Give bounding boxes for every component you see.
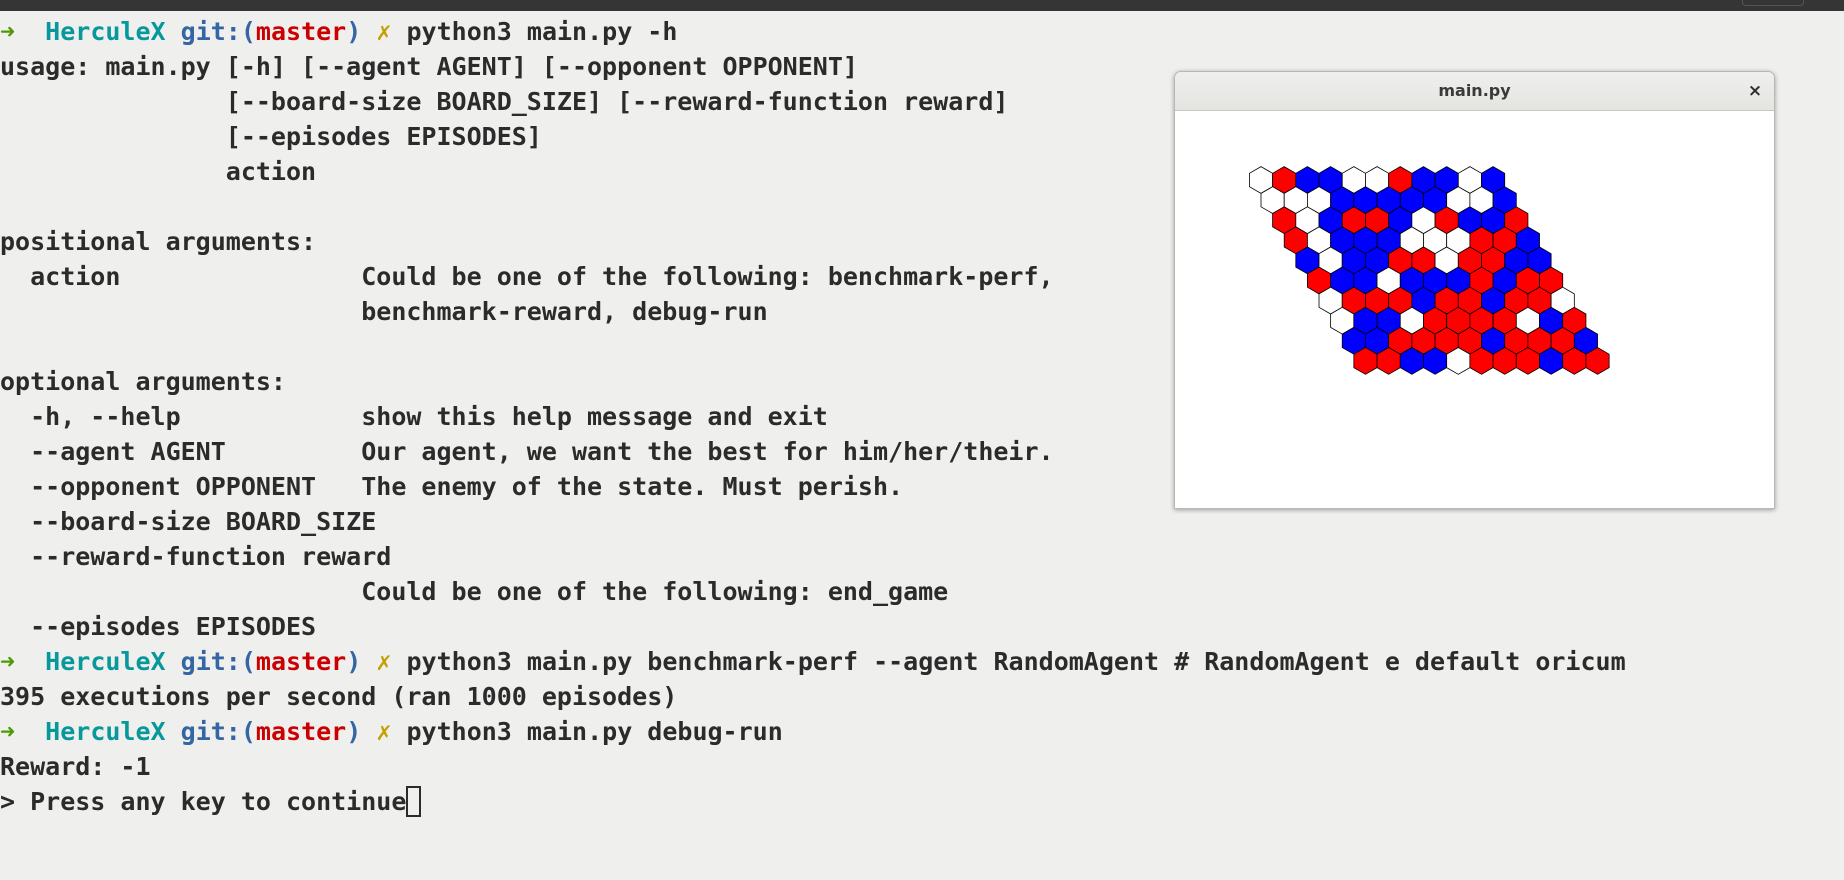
system-top-bar <box>0 0 1844 11</box>
command-output: 395 executions per second (ran 1000 epis… <box>0 682 678 711</box>
window-titlebar[interactable]: main.py × <box>1175 72 1774 111</box>
hex-board-window[interactable]: main.py × <box>1174 71 1775 509</box>
help-line: Could be one of the following: end_game <box>0 577 949 606</box>
prompt-dirty-icon: ✗ <box>376 717 392 746</box>
help-line: --board-size BOARD_SIZE <box>0 507 377 536</box>
prompt-git-suffix: ) <box>346 647 362 676</box>
prompt-git-suffix: ) <box>346 717 362 746</box>
text-cursor <box>406 785 422 817</box>
prompt-arrow-icon: ➜ <box>0 17 16 46</box>
board-canvas[interactable] <box>1175 111 1774 508</box>
prompt-dirty-icon: ✗ <box>376 647 392 676</box>
prompt-arrow-icon: ➜ <box>0 647 16 676</box>
prompt-line: ➜ HerculeX git:(master) ✗ python3 main.p… <box>0 14 1844 49</box>
hex-board <box>1249 166 1610 375</box>
prompt-dirty-icon: ✗ <box>376 17 392 46</box>
prompt-git-prefix: git:( <box>180 17 256 46</box>
command-text: python3 main.py benchmark-perf --agent R… <box>406 647 1626 676</box>
prompt-directory: HerculeX <box>45 717 166 746</box>
prompt-git-prefix: git:( <box>180 717 256 746</box>
prompt-git-suffix: ) <box>346 17 362 46</box>
help-line: --reward-function reward <box>0 542 392 571</box>
prompt-branch: master <box>255 647 347 676</box>
prompt-line: ➜ HerculeX git:(master) ✗ python3 main.p… <box>0 714 1844 749</box>
prompt-branch: master <box>255 717 347 746</box>
input-prompt-line[interactable]: > Press any key to continue <box>0 784 1844 819</box>
command-text: python3 main.py debug-run <box>406 717 783 746</box>
input-prompt-text: > Press any key to continue <box>0 787 407 816</box>
window-title: main.py <box>1438 81 1511 100</box>
prompt-arrow-icon: ➜ <box>0 717 16 746</box>
command-text: python3 main.py -h <box>406 17 678 46</box>
top-bar-handle <box>1742 0 1804 6</box>
prompt-directory: HerculeX <box>45 17 166 46</box>
prompt-directory: HerculeX <box>45 647 166 676</box>
close-button[interactable]: × <box>1744 80 1766 102</box>
prompt-line: ➜ HerculeX git:(master) ✗ python3 main.p… <box>0 644 1844 679</box>
prompt-git-prefix: git:( <box>180 647 256 676</box>
command-output: Reward: -1 <box>0 752 151 781</box>
help-line: --episodes EPISODES <box>0 612 317 641</box>
prompt-branch: master <box>255 17 347 46</box>
